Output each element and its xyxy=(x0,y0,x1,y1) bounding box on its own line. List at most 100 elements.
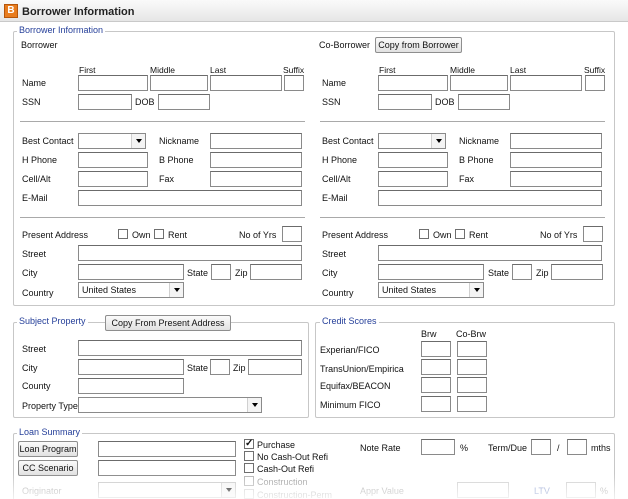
b-phone-input[interactable] xyxy=(510,152,602,168)
last-label: Last xyxy=(510,65,527,75)
rent-label: Rent xyxy=(168,230,188,240)
window-title: Borrower Information xyxy=(22,6,135,18)
cc-scenario-button[interactable]: CC Scenario xyxy=(18,460,78,476)
last-name-input[interactable] xyxy=(510,75,582,91)
nickname-label: Nickname xyxy=(459,136,500,146)
property-type-select[interactable] xyxy=(78,397,262,413)
credit-cobrw-input[interactable] xyxy=(457,341,487,357)
credit-row-label: TransUnion/Empirica xyxy=(320,364,404,374)
b-phone-input[interactable] xyxy=(210,152,302,168)
construction-checkbox[interactable] xyxy=(244,476,254,486)
fax-input[interactable] xyxy=(210,171,302,187)
no-of-yrs-label: No of Yrs xyxy=(540,230,578,240)
credit-brw-input[interactable] xyxy=(421,377,451,393)
state-input[interactable] xyxy=(211,264,231,280)
cell-label: Cell/Alt xyxy=(22,174,51,184)
first-name-input[interactable] xyxy=(378,75,448,91)
sp-state-label: State xyxy=(187,363,209,373)
sp-state-input[interactable] xyxy=(210,359,230,375)
no-of-yrs-input[interactable] xyxy=(583,226,603,242)
street-input[interactable] xyxy=(78,245,302,261)
credit-cobrw-input[interactable] xyxy=(457,396,487,412)
credit-brw-input[interactable] xyxy=(421,341,451,357)
copy-from-borrower-button[interactable]: Copy from Borrower xyxy=(375,37,462,53)
own-label: Own xyxy=(132,230,151,240)
nickname-label: Nickname xyxy=(159,136,200,146)
note-rate-input[interactable] xyxy=(421,439,455,455)
city-label: City xyxy=(22,268,38,278)
own-checkbox[interactable] xyxy=(118,229,128,239)
ssn-input[interactable] xyxy=(378,94,432,110)
no-of-yrs-label: No of Yrs xyxy=(239,230,277,240)
state-input[interactable] xyxy=(512,264,532,280)
divider xyxy=(320,217,605,219)
suffix-input[interactable] xyxy=(585,75,605,91)
loan-program-button[interactable]: Loan Program xyxy=(18,441,78,457)
credit-brw-input[interactable] xyxy=(421,359,451,375)
suffix-input[interactable] xyxy=(284,75,304,91)
b-phone-label: B Phone xyxy=(459,155,494,165)
sp-zip-input[interactable] xyxy=(248,359,302,375)
chevron-down-icon xyxy=(469,283,483,297)
chevron-down-icon xyxy=(247,398,261,412)
ltv-input[interactable] xyxy=(566,482,596,498)
due-input[interactable] xyxy=(567,439,587,455)
loan-program-input[interactable] xyxy=(98,441,236,457)
street-input[interactable] xyxy=(378,245,602,261)
credit-brw-input[interactable] xyxy=(421,396,451,412)
copy-from-present-address-button[interactable]: Copy From Present Address xyxy=(105,315,231,331)
zip-input[interactable] xyxy=(250,264,302,280)
appr-value-input[interactable] xyxy=(457,482,509,498)
dob-input[interactable] xyxy=(458,94,510,110)
present-address-label: Present Address xyxy=(22,230,89,240)
sp-street-input[interactable] xyxy=(78,340,302,356)
best-contact-select[interactable] xyxy=(378,133,446,149)
suffix-label: Suffix xyxy=(283,65,305,75)
city-input[interactable] xyxy=(378,264,484,280)
h-phone-input[interactable] xyxy=(378,152,448,168)
no-of-yrs-input[interactable] xyxy=(282,226,302,242)
credit-cobrw-input[interactable] xyxy=(457,377,487,393)
best-contact-select[interactable] xyxy=(78,133,146,149)
credit-cobrw-input[interactable] xyxy=(457,359,487,375)
email-input[interactable] xyxy=(78,190,302,206)
last-name-input[interactable] xyxy=(210,75,282,91)
nickname-input[interactable] xyxy=(210,133,302,149)
middle-name-input[interactable] xyxy=(450,75,508,91)
rent-checkbox[interactable] xyxy=(455,229,465,239)
nickname-input[interactable] xyxy=(510,133,602,149)
cash-out-refi-checkbox[interactable] xyxy=(244,463,254,473)
country-select[interactable]: United States xyxy=(78,282,184,298)
divider xyxy=(20,217,305,219)
city-input[interactable] xyxy=(78,264,184,280)
dob-input[interactable] xyxy=(158,94,210,110)
subject-property-title: Subject Property xyxy=(17,316,88,326)
credit-row-label: Experian/FICO xyxy=(320,345,380,355)
sp-county-input[interactable] xyxy=(78,378,184,394)
cc-scenario-input[interactable] xyxy=(98,460,236,476)
zip-label: Zip xyxy=(536,268,549,278)
middle-label: Middle xyxy=(450,65,476,75)
ssn-input[interactable] xyxy=(78,94,132,110)
own-checkbox[interactable] xyxy=(419,229,429,239)
originator-select[interactable] xyxy=(98,482,236,498)
country-select[interactable]: United States xyxy=(378,282,484,298)
sp-zip-label: Zip xyxy=(233,363,246,373)
purchase-checkbox[interactable]: ✓ xyxy=(244,439,254,449)
zip-input[interactable] xyxy=(551,264,603,280)
rent-checkbox[interactable] xyxy=(154,229,164,239)
sp-city-input[interactable] xyxy=(78,359,184,375)
term-input[interactable] xyxy=(531,439,551,455)
street-label: Street xyxy=(322,249,347,259)
email-input[interactable] xyxy=(378,190,602,206)
cell-input[interactable] xyxy=(378,171,448,187)
fax-input[interactable] xyxy=(510,171,602,187)
construction-perm-checkbox[interactable] xyxy=(244,489,254,499)
no-cash-out-refi-checkbox[interactable] xyxy=(244,451,254,461)
h-phone-input[interactable] xyxy=(78,152,148,168)
first-name-input[interactable] xyxy=(78,75,148,91)
middle-name-input[interactable] xyxy=(150,75,208,91)
country-value: United States xyxy=(382,285,437,295)
ssn-label: SSN xyxy=(22,97,41,107)
cell-input[interactable] xyxy=(78,171,148,187)
